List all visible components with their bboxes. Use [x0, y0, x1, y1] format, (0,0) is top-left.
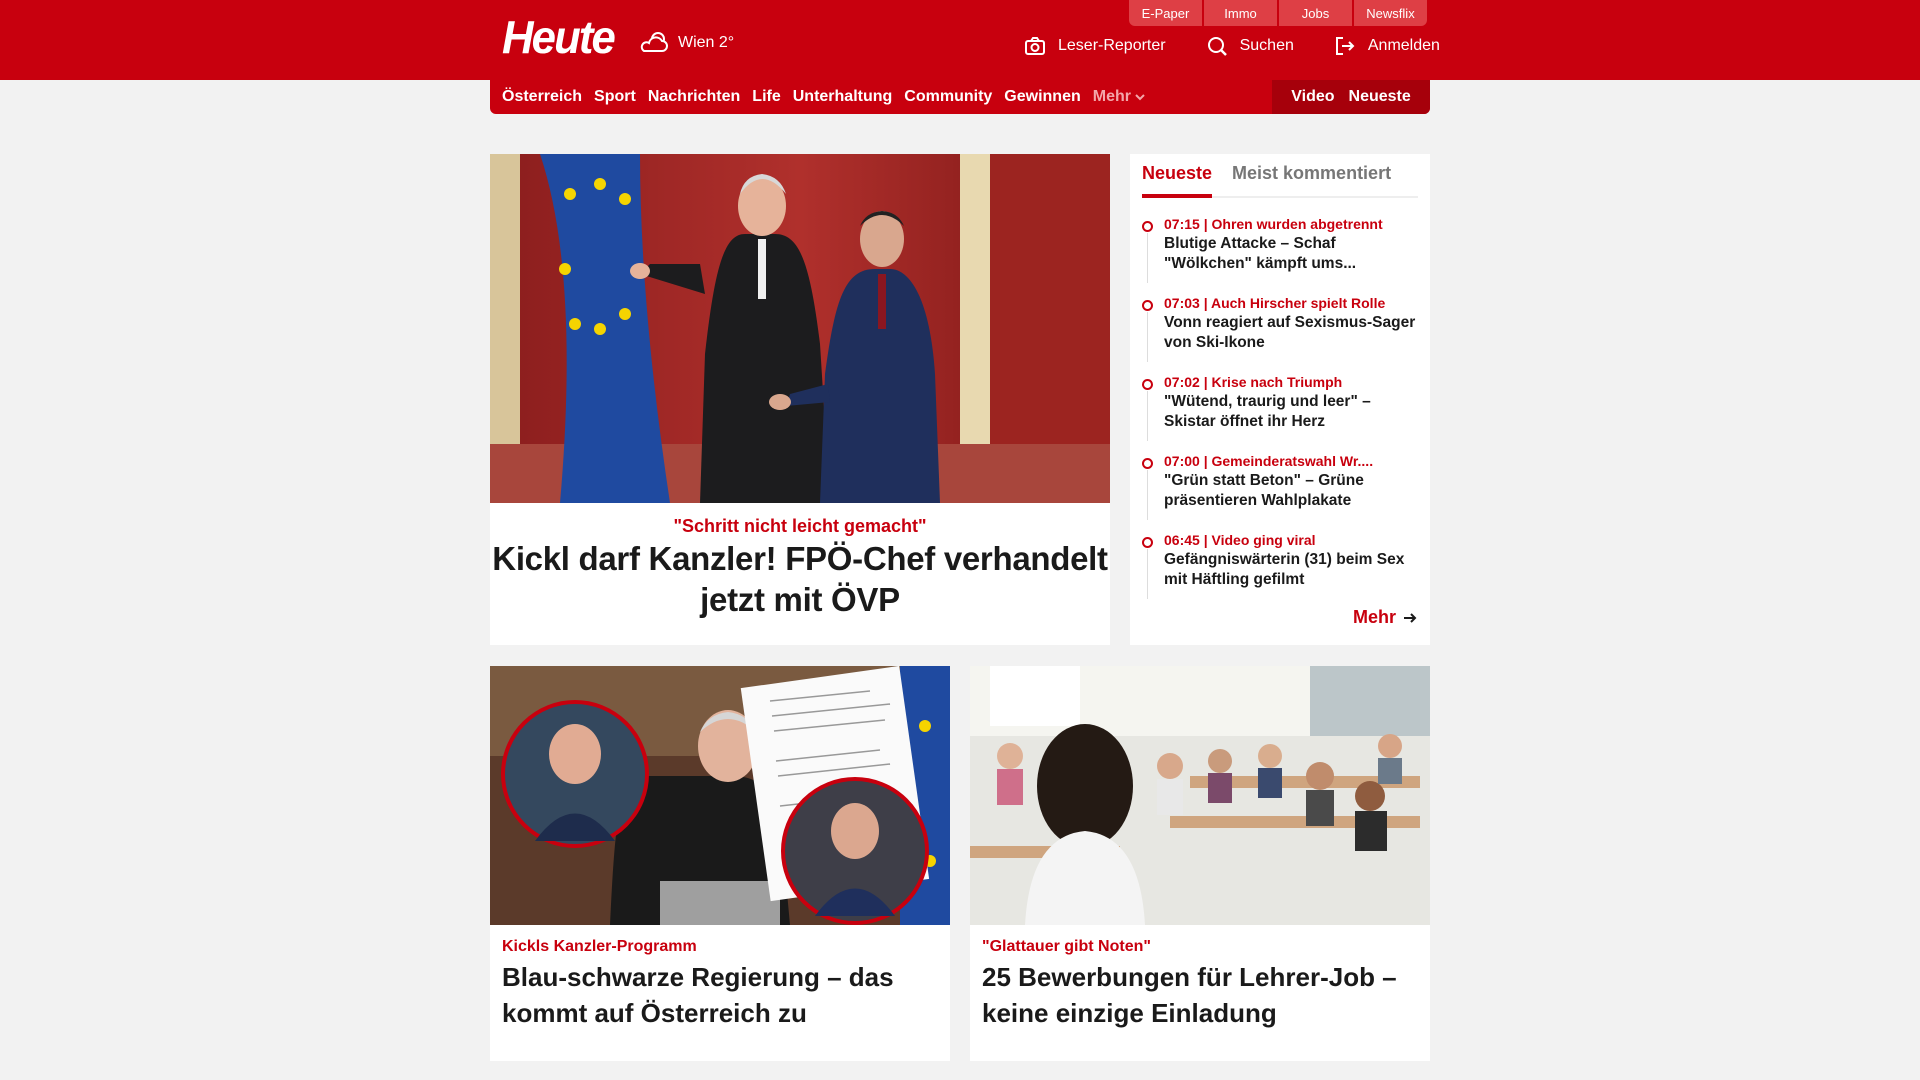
- feed-title[interactable]: Gefängniswärterin (31) beim Sex mit Häft…: [1164, 550, 1418, 590]
- nav-item-community[interactable]: Community: [904, 88, 992, 106]
- tab-immo[interactable]: Immo: [1204, 0, 1277, 26]
- card-kicker: Kickls Kanzler-Programm: [502, 938, 697, 955]
- list-item[interactable]: 07:03 | Auch Hirscher spielt Rolle Vonn …: [1142, 293, 1418, 372]
- leser-reporter-label: Leser-Reporter: [1058, 37, 1166, 54]
- card-photo-politics: [490, 666, 950, 925]
- login-icon: [1335, 37, 1355, 55]
- top-tabs: E-Paper Immo Jobs Newsflix: [1129, 0, 1427, 26]
- card-headline[interactable]: Blau-schwarze Regierung – das kommt auf …: [502, 959, 942, 1031]
- nav-item-life[interactable]: Life: [752, 88, 780, 106]
- list-item[interactable]: 07:15 | Ohren wurden abgetrennt Blutige …: [1142, 214, 1418, 293]
- arrow-right-icon: [1404, 612, 1417, 623]
- card-photo-classroom: [970, 666, 1430, 925]
- nav-item-sport[interactable]: Sport: [594, 88, 636, 106]
- feed-meta: 07:02 | Krise nach Triumph: [1164, 374, 1343, 390]
- feed-meta: 07:15 | Ohren wurden abgetrennt: [1164, 216, 1383, 232]
- camera-icon: [1025, 37, 1045, 55]
- feed-title[interactable]: Vonn reagiert auf Sexismus-Sager von Ski…: [1164, 313, 1418, 353]
- latest-news-sidebar: Neueste Meist kommentiert 07:15 | Ohren …: [1130, 154, 1430, 645]
- card-image[interactable]: [970, 666, 1430, 925]
- nav-item-gewinnen[interactable]: Gewinnen: [1004, 88, 1080, 106]
- tab-jobs[interactable]: Jobs: [1279, 0, 1352, 26]
- feed-meta: 06:45 | Video ging viral: [1164, 532, 1316, 548]
- main-nav: Österreich Sport Nachrichten Life Unterh…: [490, 80, 1430, 114]
- nav-more-dropdown[interactable]: Mehr: [1093, 88, 1145, 106]
- nav-item-nachrichten[interactable]: Nachrichten: [648, 88, 740, 106]
- sidebar-tabs: Neueste Meist kommentiert: [1142, 154, 1418, 198]
- hero-photo: [490, 154, 1110, 503]
- hero-article[interactable]: "Schritt nicht leicht gemacht" Kickl dar…: [490, 154, 1110, 645]
- login-label: Anmelden: [1367, 37, 1440, 54]
- article-card[interactable]: Kickls Kanzler-Programm Blau-schwarze Re…: [490, 666, 950, 1061]
- list-item[interactable]: 07:00 | Gemeinderatswahl Wr.... "Grün st…: [1142, 451, 1418, 530]
- feed-title[interactable]: "Wütend, traurig und leer" – Skistar öff…: [1164, 392, 1418, 432]
- feed-meta: 07:00 | Gemeinderatswahl Wr....: [1164, 453, 1374, 469]
- nav-item-unterhaltung[interactable]: Unterhaltung: [793, 88, 893, 106]
- feed-title[interactable]: Blutige Attacke – Schaf "Wölkchen" kämpf…: [1164, 234, 1418, 274]
- header-actions: Leser-Reporter Suchen Anmelden: [1024, 34, 1440, 58]
- hero-kicker: "Schritt nicht leicht gemacht": [673, 516, 927, 536]
- card-headline[interactable]: 25 Bewerbungen für Lehrer-Job – keine ei…: [982, 959, 1422, 1031]
- feed-meta: 07:03 | Auch Hirscher spielt Rolle: [1164, 295, 1386, 311]
- nav-item-oesterreich[interactable]: Österreich: [502, 88, 582, 106]
- top-bar: [0, 0, 1920, 80]
- nav-item-neueste[interactable]: Neueste: [1349, 88, 1411, 106]
- chevron-down-icon: [1135, 94, 1145, 101]
- list-item[interactable]: 07:02 | Krise nach Triumph "Wütend, trau…: [1142, 372, 1418, 451]
- nav-right-group: Video Neueste: [1272, 80, 1430, 114]
- news-feed: 07:15 | Ohren wurden abgetrennt Blutige …: [1142, 214, 1418, 609]
- search-icon: [1207, 37, 1227, 56]
- tab-e-paper[interactable]: E-Paper: [1129, 0, 1202, 26]
- weather-label: Wien 2°: [678, 34, 735, 51]
- weather-widget[interactable]: Wien 2°: [638, 28, 734, 58]
- sidebar-more-link[interactable]: Mehr: [1353, 607, 1418, 628]
- tab-newsflix[interactable]: Newsflix: [1354, 0, 1427, 26]
- search-label: Suchen: [1239, 37, 1294, 54]
- hero-image[interactable]: [490, 154, 1110, 503]
- login-button[interactable]: Anmelden: [1334, 34, 1440, 58]
- tab-neueste[interactable]: Neueste: [1142, 154, 1213, 198]
- weather-cloud-sun-icon: [640, 32, 668, 52]
- tab-meist-kommentiert[interactable]: Meist kommentiert: [1232, 154, 1391, 198]
- heute-logo[interactable]: Heute: [502, 10, 616, 64]
- feed-title[interactable]: "Grün statt Beton" – Grüne präsentieren …: [1164, 471, 1418, 511]
- card-kicker: "Glattauer gibt Noten": [982, 938, 1151, 955]
- article-card[interactable]: "Glattauer gibt Noten" 25 Bewerbungen fü…: [970, 666, 1430, 1061]
- list-item[interactable]: 06:45 | Video ging viral Gefängniswärter…: [1142, 530, 1418, 609]
- search-button[interactable]: Suchen: [1206, 34, 1294, 58]
- nav-more-label: Mehr: [1092, 88, 1131, 105]
- sidebar-more-label: Mehr: [1352, 607, 1396, 627]
- card-image[interactable]: [490, 666, 950, 925]
- leser-reporter-button[interactable]: Leser-Reporter: [1024, 34, 1166, 58]
- nav-item-video[interactable]: Video: [1291, 88, 1334, 106]
- hero-headline[interactable]: Kickl darf Kanzler! FPÖ-Chef verhandelt …: [490, 538, 1110, 620]
